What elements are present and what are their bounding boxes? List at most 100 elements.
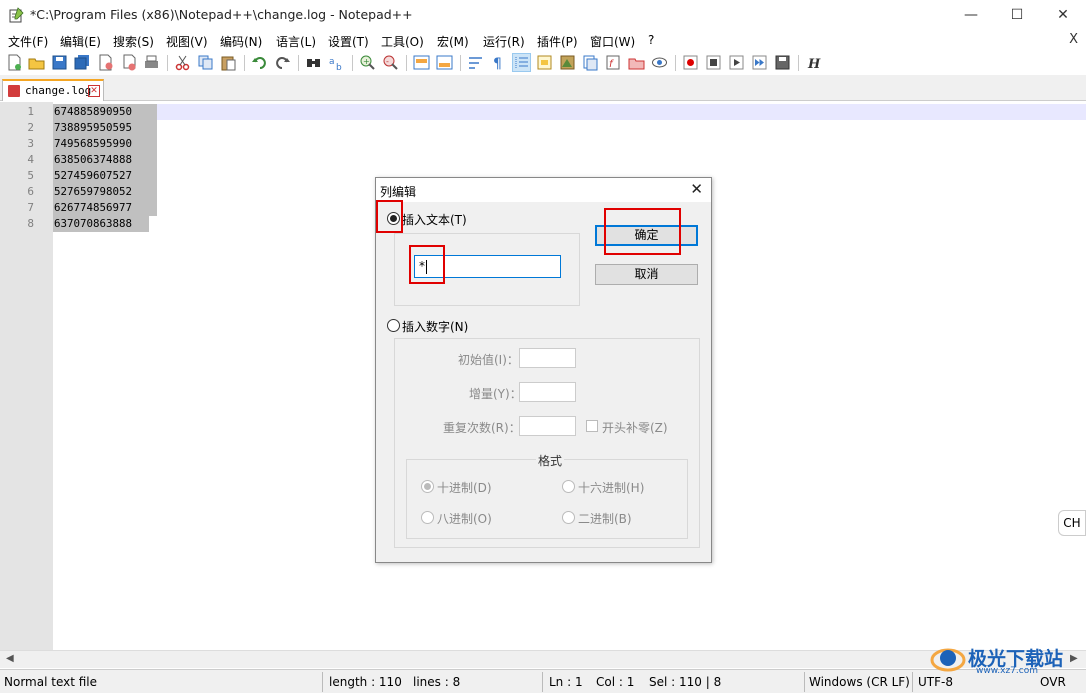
doc-map-icon[interactable] xyxy=(559,54,576,71)
cancel-button[interactable]: 取消 xyxy=(595,264,698,285)
code-line[interactable]: 749568595990 xyxy=(53,136,157,152)
status-line-pos: Ln : 1 xyxy=(549,675,583,689)
toolbar-separator xyxy=(352,55,353,71)
line-number: 2 xyxy=(27,121,34,134)
menu-run[interactable]: 运行(R) xyxy=(483,33,525,50)
menu-encoding[interactable]: 编码(N) xyxy=(220,33,262,50)
code-line[interactable]: 527459607527 xyxy=(53,168,157,184)
decimal-radio[interactable] xyxy=(421,480,434,493)
zoom-out-icon[interactable]: - xyxy=(382,54,399,71)
code-line[interactable]: 527659798052 xyxy=(53,184,157,200)
close-tab-icon[interactable]: ✕ xyxy=(88,85,100,97)
current-line-highlight xyxy=(53,104,1086,120)
save-icon[interactable] xyxy=(51,54,68,71)
line-number: 6 xyxy=(27,185,34,198)
code-line[interactable]: 637070863888 xyxy=(53,216,149,232)
toolbar-separator xyxy=(167,55,168,71)
print-icon[interactable] xyxy=(143,54,160,71)
tab-change-log[interactable]: change.log ✕ xyxy=(2,79,104,101)
binary-radio[interactable] xyxy=(562,511,575,524)
new-file-icon[interactable] xyxy=(6,54,23,71)
copy-icon[interactable] xyxy=(197,54,214,71)
close-window-button[interactable]: ✕ xyxy=(1040,0,1086,31)
svg-text:b: b xyxy=(336,63,342,71)
repeat-count-label: 重复次数(R)： xyxy=(443,421,521,435)
hex-radio[interactable] xyxy=(562,480,575,493)
function-list-icon[interactable]: f xyxy=(605,54,622,71)
save-all-icon[interactable] xyxy=(74,54,91,71)
minimize-button[interactable]: — xyxy=(948,0,994,31)
paste-icon[interactable] xyxy=(220,54,237,71)
toolbar-separator xyxy=(675,55,676,71)
menu-file[interactable]: 文件(F) xyxy=(8,33,48,50)
show-all-chars-icon[interactable]: ¶ xyxy=(490,54,507,71)
menu-help[interactable]: ? xyxy=(648,33,654,47)
record-macro-icon[interactable] xyxy=(682,54,699,71)
code-line[interactable]: 738895950595 xyxy=(53,120,157,136)
menu-search[interactable]: 搜索(S) xyxy=(113,33,154,50)
highlight-text-input xyxy=(409,245,445,284)
hex-label: 十六进制(H) xyxy=(578,481,645,495)
dialog-close-icon[interactable]: ✕ xyxy=(690,180,703,198)
monitoring-icon[interactable] xyxy=(651,54,668,71)
word-wrap-icon[interactable] xyxy=(467,54,484,71)
horizontal-scrollbar[interactable]: ◀ ▶ xyxy=(0,650,1086,668)
insert-number-radio[interactable] xyxy=(387,319,400,332)
undo-icon[interactable] xyxy=(251,54,268,71)
redo-icon[interactable] xyxy=(274,54,291,71)
format-group xyxy=(406,459,688,539)
initial-value-input[interactable] xyxy=(519,348,576,368)
leading-zeros-checkbox[interactable] xyxy=(586,420,598,432)
increment-input[interactable] xyxy=(519,382,576,402)
menu-plugins[interactable]: 插件(P) xyxy=(537,33,578,50)
octal-radio[interactable] xyxy=(421,511,434,524)
find-icon[interactable] xyxy=(305,54,322,71)
menu-bar: 文件(F) 编辑(E) 搜索(S) 视图(V) 编码(N) 语言(L) 设置(T… xyxy=(0,31,1086,51)
menu-macro[interactable]: 宏(M) xyxy=(437,33,469,50)
status-separator xyxy=(542,672,543,692)
unsaved-file-icon xyxy=(8,85,20,97)
octal-label: 八进制(O) xyxy=(437,512,492,526)
menu-window[interactable]: 窗口(W) xyxy=(590,33,635,50)
line-number: 4 xyxy=(27,153,34,166)
menu-tools[interactable]: 工具(O) xyxy=(381,33,424,50)
zoom-in-icon[interactable]: + xyxy=(359,54,376,71)
status-selection: Sel : 110 | 8 xyxy=(649,675,722,689)
scroll-left-icon[interactable]: ◀ xyxy=(6,653,14,664)
toolbar-separator xyxy=(244,55,245,71)
folder-workspace-icon[interactable] xyxy=(628,54,645,71)
maximize-button[interactable]: ☐ xyxy=(994,0,1040,31)
stop-macro-icon[interactable] xyxy=(705,54,722,71)
code-line[interactable]: 638506374888 xyxy=(53,152,157,168)
menu-edit[interactable]: 编辑(E) xyxy=(60,33,101,50)
hex-editor-icon[interactable]: H xyxy=(805,54,822,71)
sync-vertical-icon[interactable] xyxy=(413,54,430,71)
indent-guide-icon[interactable] xyxy=(512,53,531,72)
open-file-icon[interactable] xyxy=(28,54,45,71)
status-eol: Windows (CR LF) xyxy=(809,675,910,689)
menu-settings[interactable]: 设置(T) xyxy=(328,33,369,50)
sync-horizontal-icon[interactable] xyxy=(436,54,453,71)
user-lang-icon[interactable] xyxy=(536,54,553,71)
play-macro-icon[interactable] xyxy=(728,54,745,71)
tab-label: change.log xyxy=(25,84,92,97)
insert-text-label[interactable]: 插入文本(T) xyxy=(402,211,467,228)
menu-view[interactable]: 视图(V) xyxy=(166,33,208,50)
repeat-count-input[interactable] xyxy=(519,416,576,436)
code-line[interactable]: 674885890950 xyxy=(53,104,157,120)
status-insert-mode: OVR xyxy=(1040,675,1066,689)
close-all-icon[interactable] xyxy=(120,54,137,71)
replace-icon[interactable]: ab xyxy=(328,54,345,71)
close-document-button[interactable]: X xyxy=(1069,32,1078,47)
cut-icon[interactable] xyxy=(174,54,191,71)
run-macro-multiple-icon[interactable] xyxy=(751,54,768,71)
code-line[interactable]: 626774856977 xyxy=(53,200,157,216)
close-file-icon[interactable] xyxy=(97,54,114,71)
doc-list-icon[interactable] xyxy=(582,54,599,71)
ime-language-badge[interactable]: CH xyxy=(1058,510,1086,536)
menu-language[interactable]: 语言(L) xyxy=(276,33,316,50)
leading-zeros-label: 开头补零(Z) xyxy=(602,421,668,435)
save-macro-icon[interactable] xyxy=(774,54,791,71)
line-number: 8 xyxy=(27,217,34,230)
insert-number-label[interactable]: 插入数字(N) xyxy=(402,318,468,335)
